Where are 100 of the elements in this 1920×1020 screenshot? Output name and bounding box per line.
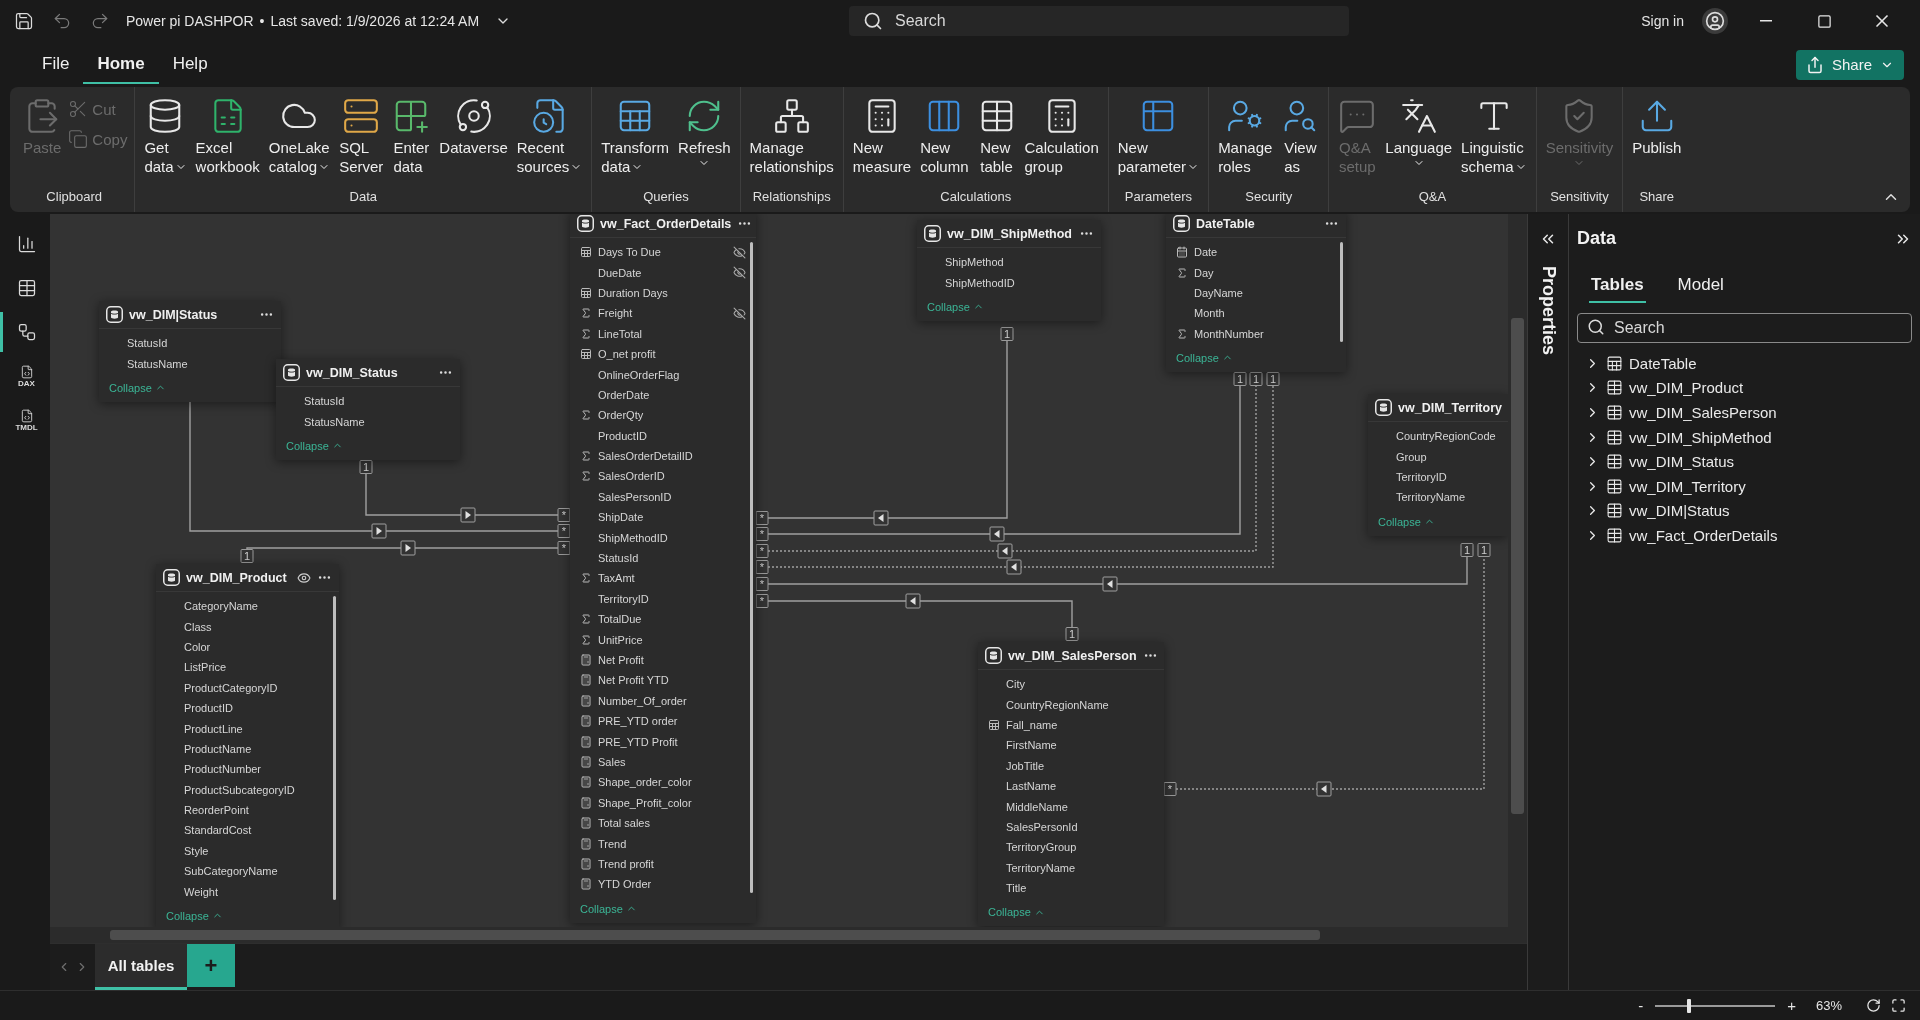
cardinality-marker: * — [557, 508, 571, 522]
ribbon-button[interactable]: Language — [1381, 95, 1457, 171]
search-icon — [863, 11, 883, 31]
ribbon-button[interactable]: OneLake catalog — [264, 95, 335, 178]
search-field[interactable]: Search — [849, 6, 1349, 36]
ribbon-button[interactable]: View as — [1277, 95, 1324, 178]
group-label: Parameters — [1123, 188, 1194, 206]
collapse-button[interactable]: Collapse — [166, 905, 223, 926]
group-label: Share — [1638, 188, 1676, 206]
menu-tab[interactable]: Home — [83, 45, 159, 84]
table-list-item[interactable]: vw_DIM_Status — [1577, 449, 1912, 474]
ribbon-button[interactable]: Get data — [140, 95, 191, 178]
pane-tab[interactable]: Tables — [1589, 271, 1646, 303]
field-name: SubCategoryName — [184, 865, 279, 878]
layout-tab[interactable]: All tables — [95, 944, 187, 990]
field-name: Shape_order_color — [598, 776, 693, 789]
field-name: ShipMethodID — [945, 276, 1016, 289]
share-button[interactable]: Share — [1795, 49, 1904, 80]
menu-tab[interactable]: Help — [158, 45, 222, 84]
view-button[interactable]: DAX — [0, 356, 50, 396]
table-list-item[interactable]: vw_DIM_ShipMethod — [1577, 424, 1912, 450]
calculator-icon — [580, 755, 592, 768]
field-name: SalesOrderID — [598, 470, 666, 483]
ribbon-button[interactable]: Linguistic schema — [1457, 95, 1531, 178]
cardinality-marker: * — [755, 527, 769, 541]
menu-tab[interactable]: File — [28, 45, 84, 84]
table-list-item[interactable]: vw_Fact_OrderDetails — [1577, 523, 1912, 548]
ribbon-button[interactable]: New table — [973, 95, 1020, 178]
minimize-icon — [1760, 20, 1772, 22]
cardinality-marker: * — [557, 541, 571, 555]
field-name: OnlineOrderFlag — [598, 368, 681, 381]
ribbon-button[interactable]: Refresh — [674, 95, 735, 171]
field-name: Net Profit — [598, 654, 645, 666]
hidden-icon — [733, 245, 746, 259]
sigma-icon — [580, 450, 592, 463]
collapse-button[interactable]: Collapse — [580, 898, 637, 919]
ribbon-button[interactable]: Manage roles — [1214, 95, 1277, 178]
collapse-button[interactable]: Collapse — [1176, 347, 1233, 368]
ribbon-button[interactable]: New column — [916, 95, 973, 178]
field-name: Net Profit YTD — [598, 674, 670, 687]
table-list-item[interactable]: DateTable — [1577, 351, 1912, 376]
field-name: SalesOrderDetailID — [598, 450, 694, 463]
last-saved-text: Last saved: 1/9/2026 at 12:24 AM — [270, 13, 480, 29]
properties-tab[interactable]: Properties — [1537, 266, 1559, 356]
ribbon-button[interactable]: Enter data — [388, 95, 435, 178]
ribbon-button[interactable]: New measure — [848, 95, 916, 178]
field-name: Month — [1194, 307, 1226, 320]
table-list-item[interactable]: vw_DIM|Status — [1577, 498, 1912, 524]
ribbon-button[interactable]: SQL Server — [335, 95, 388, 178]
collapse-button[interactable]: Collapse — [927, 296, 984, 317]
table-icon — [1606, 502, 1623, 520]
field-name: TerritoryGroup — [1006, 841, 1078, 854]
sigma-icon — [1176, 327, 1188, 340]
search-field[interactable]: Search — [1577, 313, 1912, 343]
diagram-icon — [16, 322, 37, 342]
add-layout-button[interactable]: + — [187, 944, 235, 987]
ribbon-button[interactable]: Recent sources — [512, 95, 587, 178]
calendar-icon — [1176, 246, 1188, 259]
table-title: vw_DIM_Status — [306, 365, 399, 380]
calculator-icon — [580, 694, 592, 707]
ribbon-button[interactable]: Calculation group — [1020, 95, 1103, 178]
field-name: O_net profit — [598, 348, 657, 361]
cardinality-marker: * — [557, 524, 571, 538]
field-name: Sales — [598, 755, 627, 768]
ribbon-button[interactable]: Excel workbook — [191, 95, 264, 178]
view-button[interactable]: TMDL — [0, 400, 50, 440]
zoom-in-button[interactable]: + — [1785, 997, 1798, 1014]
table-list-item[interactable]: vw_DIM_SalesPerson — [1577, 400, 1912, 425]
sign-in-button[interactable]: Sign in — [1641, 13, 1684, 29]
ribbon-button[interactable]: Transform data — [597, 95, 674, 178]
eye-icon — [297, 570, 311, 585]
field-name: ProductID — [598, 429, 648, 442]
table-list-item[interactable]: vw_DIM_Product — [1577, 375, 1912, 401]
table-list-item[interactable]: vw_DIM_Territory — [1577, 473, 1912, 499]
field-name: ProductNumber — [184, 763, 263, 776]
field-name: ListPrice — [184, 661, 228, 674]
field-name: DueDate — [598, 266, 643, 279]
collapse-button[interactable]: Collapse — [109, 377, 166, 398]
field-name: ProductSubcategoryID — [184, 783, 296, 796]
zoom-out-button[interactable]: - — [1636, 997, 1646, 1014]
ribbon-button[interactable]: New parameter — [1113, 95, 1204, 178]
group-label: Calculations — [939, 188, 1013, 206]
refresh-icon[interactable] — [1866, 998, 1881, 1013]
orbit-icon — [454, 97, 493, 135]
calculator-icon — [580, 817, 592, 830]
sheet-icon — [580, 286, 592, 299]
fit-to-screen-icon[interactable] — [1891, 998, 1906, 1013]
collapse-button[interactable]: Collapse — [1378, 511, 1435, 532]
field-name: StandardCost — [184, 824, 253, 837]
cardinality-marker: 1 — [1477, 543, 1491, 557]
pane-tab[interactable]: Model — [1675, 271, 1726, 303]
field-name: TotalDue — [598, 613, 643, 626]
ribbon-button[interactable]: Dataverse — [435, 95, 512, 159]
field-name: PRE_YTD order — [598, 715, 679, 728]
field-name: Total sales — [598, 817, 651, 830]
ribbon-button[interactable]: Publish — [1628, 95, 1686, 159]
sigma-icon — [580, 327, 592, 340]
collapse-button[interactable]: Collapse — [988, 902, 1045, 923]
collapse-button[interactable]: Collapse — [286, 435, 343, 456]
ribbon-button[interactable]: Manage relationships — [745, 95, 838, 178]
